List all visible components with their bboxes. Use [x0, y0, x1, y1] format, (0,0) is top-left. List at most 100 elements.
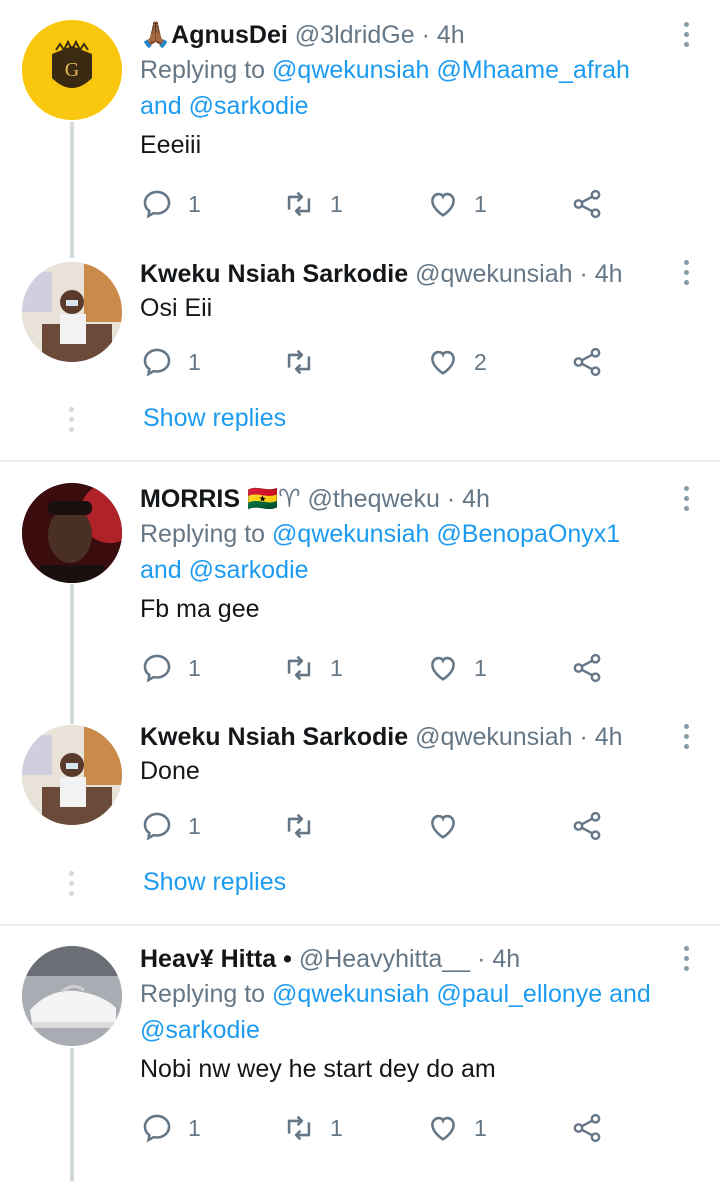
- reply-count: 1: [188, 348, 201, 375]
- crest-logo-icon: G: [22, 20, 122, 120]
- mention-links[interactable]: @qwekunsiah @Mhaame_afrah: [272, 56, 630, 84]
- tweet-header: MORRIS 🇬🇭♈ @theqweku · 4h: [140, 482, 680, 516]
- retweet-count: 1: [330, 190, 343, 217]
- handle[interactable]: @qwekunsiah: [415, 260, 572, 288]
- thread-line: [70, 584, 74, 724]
- share-button[interactable]: [570, 648, 604, 688]
- reply-button[interactable]: 1: [140, 648, 201, 688]
- tweet-actions: 1 1 1: [140, 1108, 620, 1148]
- show-replies-link[interactable]: Show replies: [143, 404, 286, 433]
- show-replies-link[interactable]: Show replies: [143, 868, 286, 897]
- replying-and: and: [140, 556, 182, 584]
- share-icon: [573, 653, 601, 683]
- like-button[interactable]: 1: [426, 1108, 487, 1148]
- like-button[interactable]: 1: [426, 184, 487, 224]
- like-count: 2: [474, 348, 487, 375]
- replying-and: and: [609, 980, 651, 1008]
- more-options-icon[interactable]: [684, 22, 692, 52]
- avatar[interactable]: [22, 725, 122, 825]
- handle[interactable]: @3ldridGe: [295, 21, 415, 49]
- tweet-header: 🙏🏾AgnusDei @3ldridGe · 4h: [140, 18, 680, 52]
- retweet-button[interactable]: [282, 806, 330, 846]
- avatar[interactable]: [22, 946, 122, 1046]
- mention-link[interactable]: @sarkodie: [189, 92, 309, 120]
- timestamp[interactable]: · 4h: [579, 723, 622, 751]
- like-button[interactable]: 2: [426, 342, 487, 382]
- reply-icon: [143, 348, 171, 377]
- share-icon: [573, 1113, 601, 1143]
- profile-photo-icon: [22, 946, 122, 1046]
- replying-and: and: [140, 92, 182, 120]
- share-button[interactable]: [570, 184, 604, 224]
- replying-to-label: Replying to: [140, 520, 266, 548]
- reply-button[interactable]: 1: [140, 806, 201, 846]
- tweet-actions: 1 2: [140, 342, 620, 382]
- timestamp[interactable]: · 4h: [422, 21, 465, 49]
- share-button[interactable]: [570, 1108, 604, 1148]
- mention-link[interactable]: @sarkodie: [140, 1016, 260, 1044]
- reply-icon: [143, 812, 171, 841]
- profile-photo-icon: [22, 483, 122, 583]
- handle[interactable]: @Heavyhitta__: [299, 945, 470, 973]
- more-options-icon[interactable]: [684, 946, 692, 976]
- mention-link[interactable]: @sarkodie: [189, 556, 309, 584]
- mention-links[interactable]: @qwekunsiah @paul_ellonye: [272, 980, 602, 1008]
- reply-icon: [143, 1114, 171, 1143]
- reply-icon: [143, 654, 171, 683]
- retweet-button[interactable]: 1: [282, 648, 343, 688]
- more-options-icon[interactable]: [684, 724, 692, 754]
- share-button[interactable]: [570, 342, 604, 382]
- like-button[interactable]: 1: [426, 648, 487, 688]
- timestamp[interactable]: · 4h: [477, 945, 520, 973]
- handle[interactable]: @theqweku: [307, 485, 439, 513]
- retweet-icon: [287, 813, 311, 839]
- display-name[interactable]: AgnusDei: [171, 21, 288, 49]
- retweet-button[interactable]: [282, 342, 330, 382]
- timestamp[interactable]: · 4h: [579, 260, 622, 288]
- avatar[interactable]: [22, 262, 122, 362]
- like-icon: [431, 656, 455, 681]
- avatar[interactable]: [22, 483, 122, 583]
- more-options-icon[interactable]: [684, 260, 692, 290]
- display-name[interactable]: Kweku Nsiah Sarkodie: [140, 723, 408, 751]
- mention-links[interactable]: @qwekunsiah @BenopaOnyx1: [272, 520, 620, 548]
- thread-dots: [69, 871, 75, 901]
- profile-photo-icon: [22, 262, 122, 362]
- handle[interactable]: @qwekunsiah: [415, 723, 572, 751]
- retweet-count: 1: [330, 1114, 343, 1141]
- like-button[interactable]: [426, 806, 474, 846]
- tweet-text: Eeeiii: [140, 131, 202, 159]
- share-button[interactable]: [570, 806, 604, 846]
- tweet-header: Heav¥ Hitta • @Heavyhitta__ · 4h: [140, 942, 680, 976]
- more-options-icon[interactable]: [684, 486, 692, 516]
- replying-to-label: Replying to: [140, 56, 266, 84]
- timestamp[interactable]: · 4h: [447, 485, 490, 513]
- tweet-header: Kweku Nsiah Sarkodie @qwekunsiah · 4h: [140, 720, 680, 754]
- retweet-button[interactable]: 1: [282, 184, 343, 224]
- like-count: 1: [474, 190, 487, 217]
- reply-button[interactable]: 1: [140, 184, 201, 224]
- like-icon: [431, 350, 455, 375]
- avatar[interactable]: G: [22, 20, 122, 120]
- replying-to: Replying to @qwekunsiah @paul_ellonye an…: [140, 976, 680, 1048]
- tweet-text: Done: [140, 757, 200, 785]
- replying-to-label: Replying to: [140, 980, 266, 1008]
- reply-button[interactable]: 1: [140, 1108, 201, 1148]
- like-icon: [431, 1116, 455, 1141]
- display-name[interactable]: Heav¥ Hitta •: [140, 945, 292, 973]
- display-name[interactable]: MORRIS: [140, 485, 240, 513]
- replying-to: Replying to @qwekunsiah @BenopaOnyx1 and…: [140, 516, 680, 588]
- retweet-count: 1: [330, 654, 343, 681]
- reply-count: 1: [188, 1114, 201, 1141]
- retweet-icon: [287, 1115, 311, 1141]
- retweet-button[interactable]: 1: [282, 1108, 343, 1148]
- share-icon: [573, 189, 601, 219]
- separator: [0, 924, 720, 926]
- like-count: 1: [474, 1114, 487, 1141]
- reply-count: 1: [188, 190, 201, 217]
- tweet-text: Nobi nw wey he start dey do am: [140, 1055, 496, 1083]
- display-name[interactable]: Kweku Nsiah Sarkodie: [140, 260, 408, 288]
- reply-button[interactable]: 1: [140, 342, 201, 382]
- tweet-actions: 1: [140, 806, 620, 846]
- share-icon: [573, 811, 601, 841]
